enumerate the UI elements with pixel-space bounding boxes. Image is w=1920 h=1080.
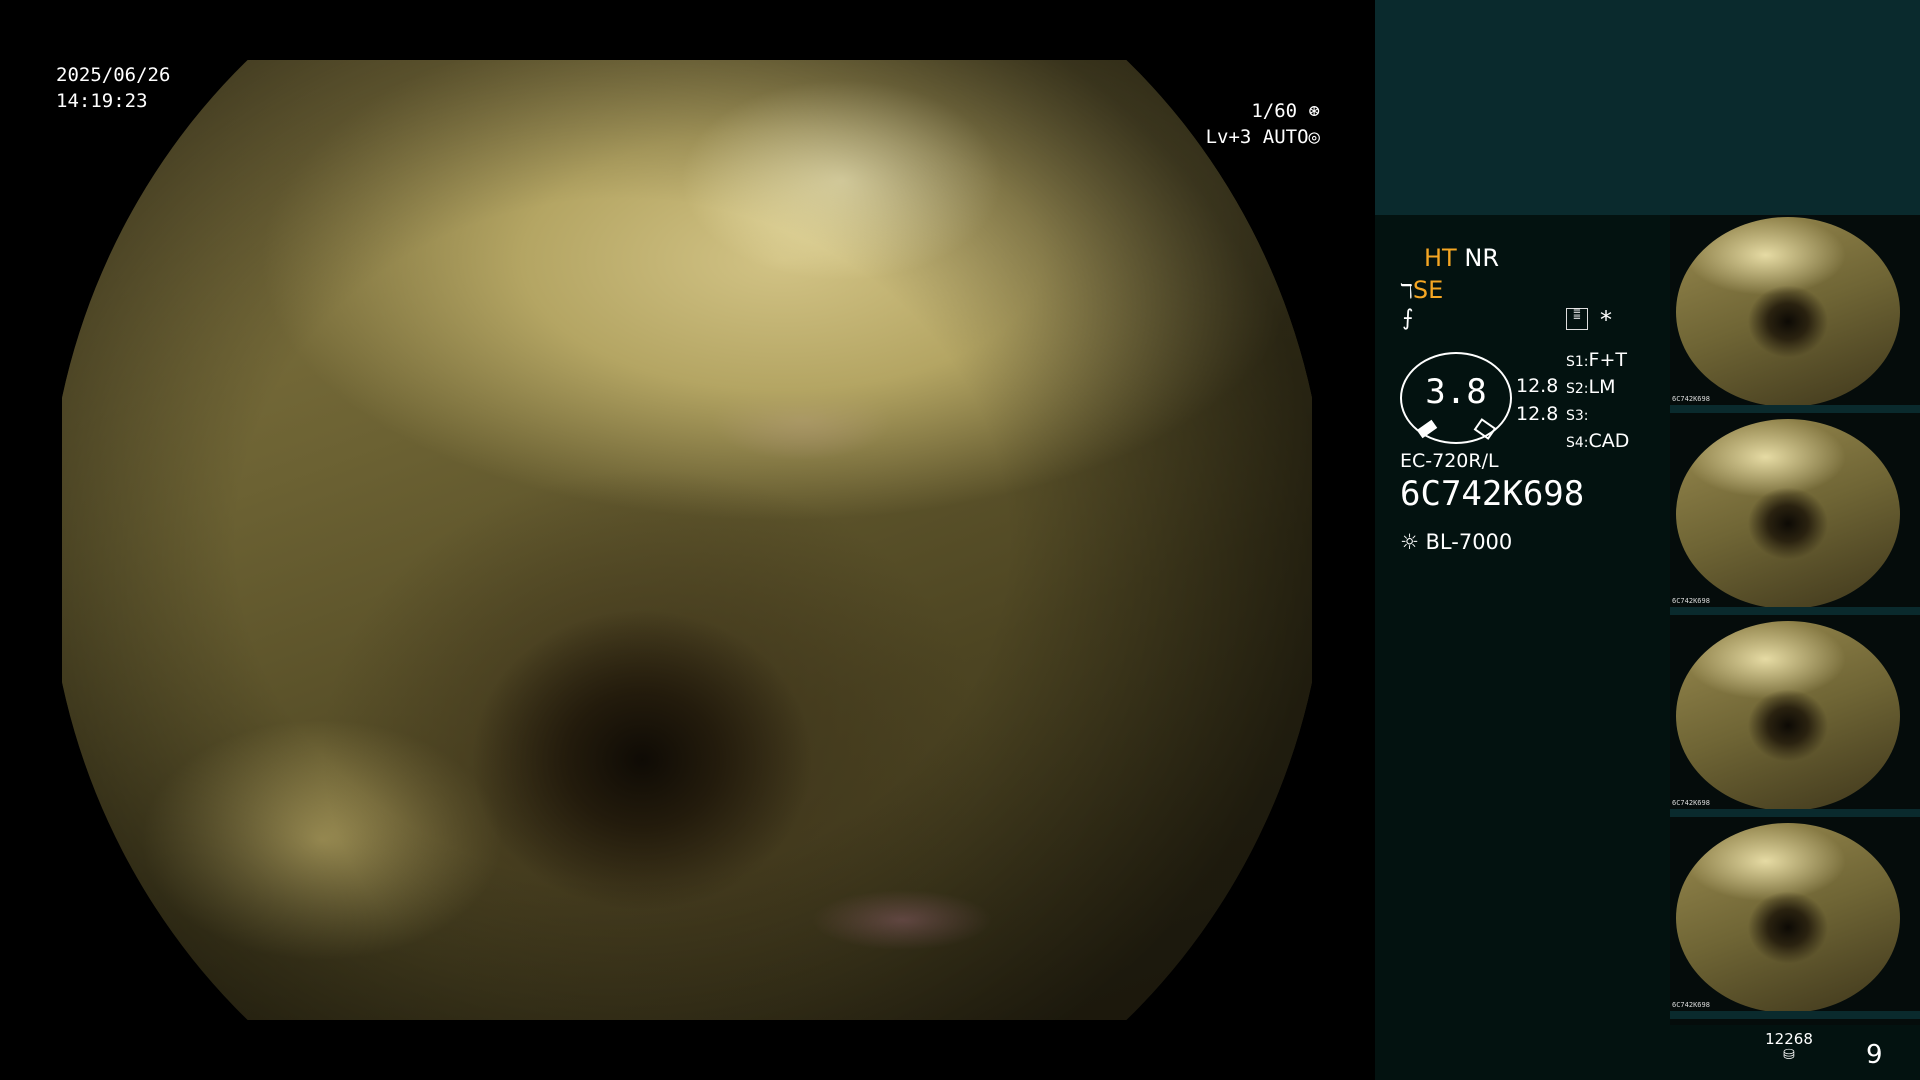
- se-row: ℸSE: [1400, 276, 1443, 304]
- exposure-overlay: 1/60 ⊛ Lv+3 AUTO◎: [1180, 98, 1320, 150]
- shutter-row: 1/60 ⊛: [1180, 98, 1320, 124]
- storage-indicator: 12268 ⛁: [1762, 1030, 1816, 1062]
- value-top: 12.8: [1516, 375, 1559, 397]
- mode-text: AUTO: [1262, 126, 1309, 148]
- thumbnail-serial: 6C742K698: [1672, 597, 1710, 605]
- scope-model: EC-720R/L: [1400, 450, 1499, 472]
- switch-row: S2:LM: [1566, 376, 1616, 398]
- storage-count: 12268: [1765, 1030, 1813, 1048]
- status-panel-header: [1375, 0, 1920, 215]
- page-number: 9: [1866, 1040, 1883, 1070]
- light-source-icon: ☼: [1400, 530, 1419, 554]
- time-text: 14:19:23: [56, 90, 148, 112]
- light-source-label: BL-7000: [1425, 530, 1513, 554]
- freeze-icon: ⨍: [1402, 306, 1414, 331]
- switch-row: S1:F+T: [1566, 349, 1627, 371]
- thumbnail-serial: 6C742K698: [1672, 1001, 1710, 1009]
- level-row: Lv+3 AUTO◎: [1180, 124, 1320, 150]
- thumbnail-bar: [1670, 809, 1920, 817]
- thumbnail-serial: 6C742K698: [1672, 799, 1710, 807]
- light-source-row: ☼ BL-7000: [1400, 530, 1512, 554]
- date-text: 2025/06/26: [56, 64, 171, 86]
- zoom-indicator: 3.8: [1400, 352, 1512, 444]
- thumbnail[interactable]: 6C742K698: [1670, 821, 1920, 1021]
- switch-row: S3:: [1566, 408, 1589, 424]
- level-text: Lv+3: [1205, 126, 1252, 148]
- thumbnail-image: [1676, 419, 1900, 609]
- thumbnail[interactable]: 6C742K698: [1670, 619, 1920, 819]
- zoom-value: 3.8: [1425, 372, 1487, 412]
- ht-label: HT: [1424, 244, 1457, 272]
- nr-label: NR: [1464, 244, 1499, 272]
- value-bottom: 12.8: [1516, 403, 1559, 425]
- thumbnail-image: [1676, 621, 1900, 811]
- auto-icon: ◎: [1308, 126, 1320, 148]
- thumbnail-bar: [1670, 405, 1920, 413]
- thumbnail-image: [1676, 823, 1900, 1013]
- zoom-marker-left: [1416, 419, 1438, 439]
- switch-row: S4:CAD: [1566, 430, 1630, 452]
- thumbnail-bar: [1670, 607, 1920, 615]
- scope-serial: 6C742K698: [1400, 474, 1585, 514]
- thumbnail-bar: [1670, 1011, 1920, 1019]
- thumbnail[interactable]: 6C742K698: [1670, 215, 1920, 415]
- thumbnail[interactable]: 6C742K698: [1670, 417, 1920, 617]
- se-label: SE: [1412, 276, 1444, 304]
- image-vignette: [62, 60, 1312, 1020]
- structure-enhance-icon: ℸ: [1400, 279, 1413, 303]
- shutter-icon: ⊛: [1308, 100, 1320, 122]
- datetime-overlay: 2025/06/26 14:19:23: [56, 62, 170, 114]
- thumbnail-image: [1676, 217, 1900, 407]
- thumbnail-strip: 6C742K698 6C742K698 6C742K698 6C742K698: [1670, 215, 1920, 1025]
- switch-list: S1:F+T S2:LM S3: S4:CAD: [1566, 348, 1629, 456]
- thumbnail-serial: 6C742K698: [1672, 395, 1710, 403]
- asterisk-icon: *: [1600, 306, 1612, 334]
- storage-icon: ⛁: [1783, 1047, 1795, 1063]
- ht-nr-row: HT NR: [1424, 244, 1499, 272]
- endoscope-live-image: [62, 60, 1312, 1020]
- settings-menu-icon: ≡ ≡: [1566, 307, 1588, 330]
- shutter-text: 1/60: [1251, 100, 1298, 122]
- zoom-values: 12.8 12.8: [1516, 372, 1558, 428]
